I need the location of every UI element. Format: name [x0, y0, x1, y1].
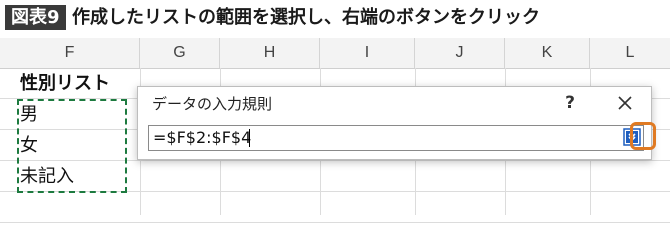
column-header-h[interactable]: H: [220, 38, 320, 68]
help-button[interactable]: ?: [559, 91, 581, 115]
dialog-title: データの入力規則: [152, 95, 273, 113]
range-input[interactable]: =$F$2:$F$4: [148, 125, 644, 151]
caption-label: 図表9: [5, 5, 66, 30]
close-icon: [618, 96, 632, 110]
column-header-g[interactable]: G: [140, 38, 220, 68]
column-header-f[interactable]: F: [0, 38, 140, 68]
close-button[interactable]: [613, 91, 637, 115]
column-header-k[interactable]: K: [505, 38, 590, 68]
text-caret: [249, 129, 250, 147]
column-header-i[interactable]: I: [320, 38, 415, 68]
data-validation-dialog: データの入力規則 ? =$F$2:$F$4: [137, 86, 652, 160]
column-header-l[interactable]: L: [590, 38, 670, 68]
column-header-j[interactable]: J: [415, 38, 505, 68]
grid-row: [0, 192, 670, 223]
caption-text: 作成したリストの範囲を選択し、右端のボタンをクリック: [72, 7, 540, 28]
cell-f1[interactable]: 性別リスト: [20, 69, 110, 99]
selection-marquee: [17, 99, 127, 193]
column-headers: F G H I J K L: [0, 38, 670, 69]
highlight-ring: [630, 122, 656, 150]
range-value: =$F$2:$F$4: [153, 128, 252, 147]
figure-caption: 図表9 作成したリストの範囲を選択し、右端のボタンをクリック: [0, 0, 670, 36]
